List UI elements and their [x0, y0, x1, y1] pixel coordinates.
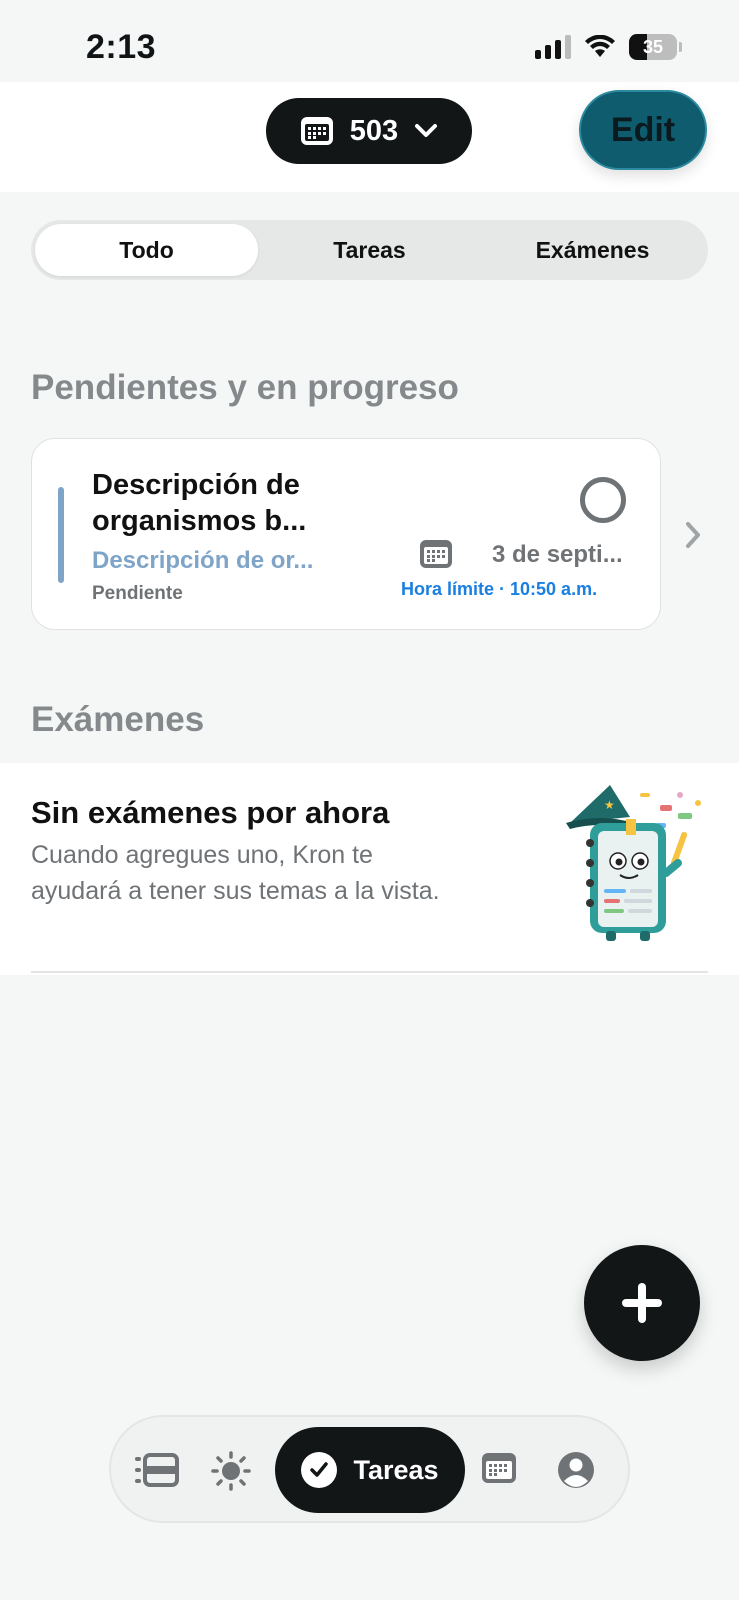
check-icon — [301, 1452, 338, 1488]
nav-tareas-label: Tareas — [353, 1454, 439, 1485]
calendar-icon — [420, 540, 452, 568]
profile-icon[interactable] — [557, 1451, 595, 1489]
calendar-icon — [300, 117, 333, 145]
list-icon[interactable] — [135, 1451, 179, 1489]
battery-level: 35 — [642, 36, 664, 57]
edit-button[interactable]: Edit — [579, 90, 707, 170]
wifi-icon — [585, 35, 615, 57]
nav-tareas[interactable]: Tareas — [275, 1427, 465, 1513]
group-selector[interactable]: 503 — [266, 98, 472, 164]
task-date: 3 de septi... — [492, 541, 623, 568]
pending-section-title: Pendientes y en progreso — [31, 368, 459, 407]
filter-tabs: Todo Tareas Exámenes — [31, 220, 708, 280]
sun-icon[interactable] — [211, 1451, 251, 1491]
exams-section-title: Exámenes — [31, 700, 205, 739]
kron-mascot-illustration: ★ — [566, 785, 701, 941]
tab-examenes[interactable]: Exámenes — [481, 224, 704, 276]
group-label: 503 — [349, 114, 399, 147]
task-subtitle: Descripción de or... — [92, 547, 314, 574]
tab-todo[interactable]: Todo — [35, 224, 258, 276]
battery-icon: 35 — [629, 34, 682, 60]
task-status: Pendiente — [92, 583, 183, 604]
chevron-down-icon — [415, 124, 438, 137]
task-color-bar — [58, 487, 64, 583]
bottom-nav: Tareas — [109, 1415, 630, 1523]
header: 503 Edit — [0, 82, 739, 192]
exams-empty-description: Cuando agregues uno, Kron te ayudará a t… — [31, 841, 440, 905]
cellular-signal-icon — [535, 35, 571, 59]
exams-empty-title: Sin exámenes por ahora — [31, 795, 390, 830]
task-card[interactable]: Descripción de organismos b... Descripci… — [31, 438, 661, 630]
status-icons: 35 — [535, 34, 682, 60]
svg-text:★: ★ — [604, 798, 615, 812]
calendar-icon[interactable] — [481, 1451, 517, 1485]
status-time: 2:13 — [86, 28, 157, 66]
status-bar: 2:13 35 — [0, 0, 739, 82]
plus-icon — [622, 1283, 662, 1323]
divider — [31, 971, 708, 973]
task-complete-toggle[interactable] — [580, 477, 626, 523]
tab-tareas[interactable]: Tareas — [258, 224, 481, 276]
add-button[interactable] — [584, 1245, 700, 1361]
task-title: Descripción de organismos b... — [92, 469, 307, 537]
exams-empty-state: Sin exámenes por ahora Cuando agregues u… — [0, 763, 739, 975]
chevron-right-icon[interactable] — [684, 520, 702, 550]
task-deadline: Hora límite · 10:50 a.m. — [401, 579, 598, 599]
